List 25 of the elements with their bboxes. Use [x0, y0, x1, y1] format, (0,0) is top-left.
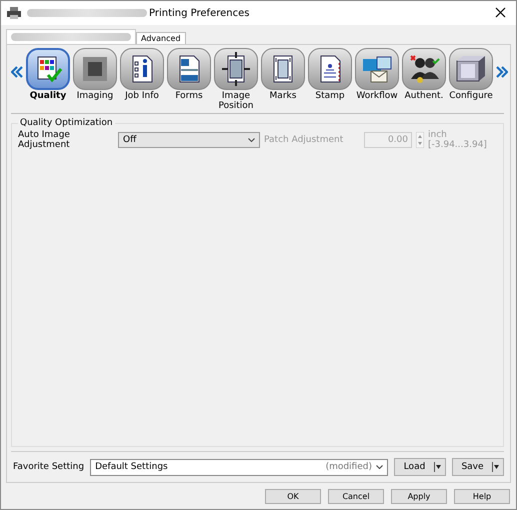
close-icon[interactable]	[495, 7, 506, 18]
caret-icon	[492, 462, 500, 472]
save-button[interactable]: Save	[452, 458, 504, 476]
group-title: Quality Optimization	[19, 118, 114, 128]
favorite-dropdown[interactable]: Default Settings (modified)	[90, 458, 388, 476]
caret-icon	[376, 465, 383, 469]
caret-icon	[248, 138, 255, 142]
field-label: Patch Adjustment	[264, 135, 344, 145]
unit-label: inch	[428, 130, 448, 140]
dialog-button[interactable]: OK	[265, 489, 321, 504]
spinner-icon[interactable]	[416, 132, 424, 148]
tab[interactable]: Advanced	[136, 32, 186, 44]
scroll-left-icon[interactable]	[11, 66, 23, 78]
scroll-right-icon[interactable]	[496, 66, 508, 78]
dialog-button[interactable]: Cancel	[328, 489, 384, 504]
window-title: Printing Preferences	[149, 8, 250, 18]
dialog-button[interactable]: Help	[454, 489, 510, 504]
caret-icon	[434, 462, 442, 472]
field-label: Auto Image Adjustment	[18, 130, 71, 150]
dialog-button[interactable]: Apply	[391, 489, 447, 504]
printer-icon	[7, 7, 21, 19]
load-button[interactable]: Load	[394, 458, 446, 476]
range-label: [-3.94...3.94]	[428, 140, 487, 150]
auto-image-dropdown[interactable]: Off	[118, 132, 260, 148]
field-label: Favorite Setting	[13, 462, 84, 472]
